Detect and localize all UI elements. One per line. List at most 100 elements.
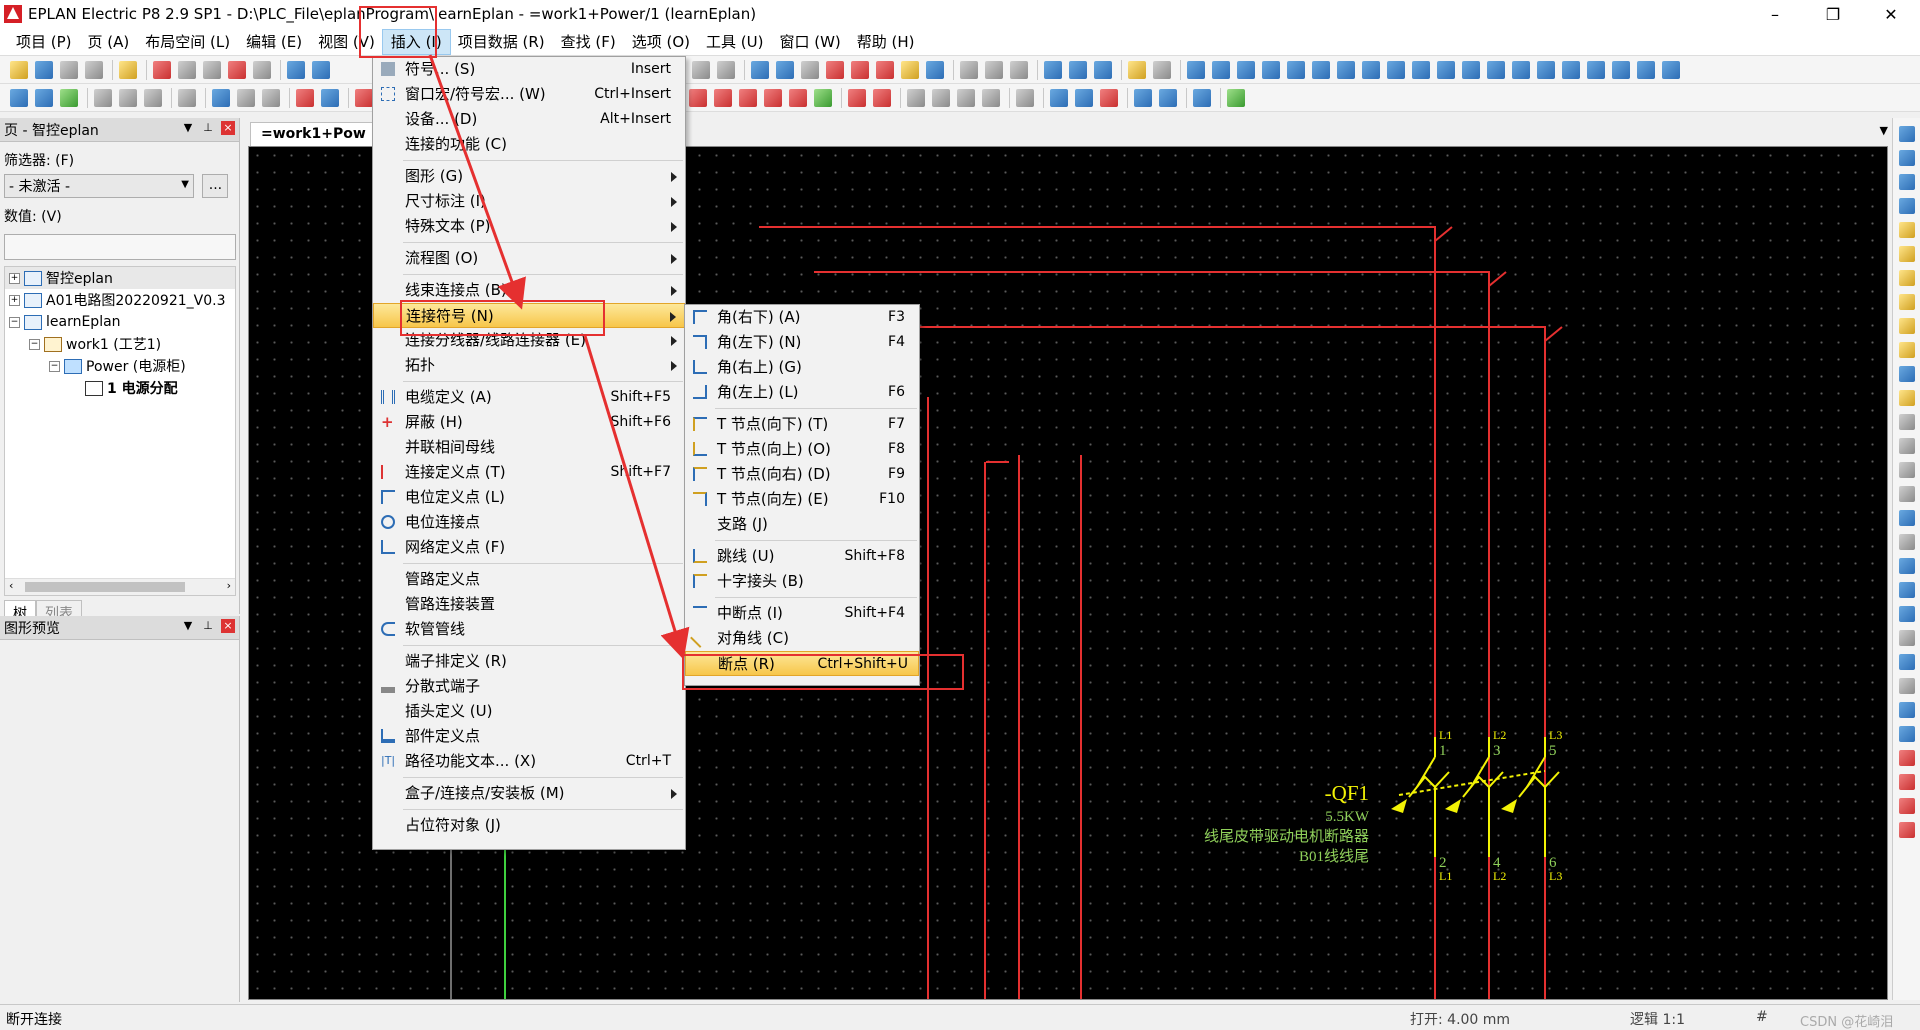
symbol-i-icon[interactable] (873, 88, 891, 107)
connect-f-icon[interactable] (1193, 88, 1211, 107)
pin-icon[interactable] (296, 88, 314, 107)
menu-item-symbol[interactable]: 符号... (S) Insert (373, 57, 685, 82)
menu-tools[interactable]: 工具 (U) (698, 30, 771, 54)
menu-item-jumper[interactable]: 跳线 (U) Shift+F8 (685, 544, 919, 569)
snap-object-icon[interactable] (776, 60, 794, 79)
menu-insert[interactable]: 插入 (I) (381, 28, 451, 55)
circle-b-icon[interactable] (1898, 558, 1915, 574)
menu-item-potential-definition[interactable]: 电位定义点 (L) (373, 485, 685, 510)
scroll-left-icon[interactable]: ‹ (9, 579, 13, 592)
snap-grid-icon[interactable] (751, 60, 769, 79)
tree-expander[interactable]: + (9, 294, 20, 306)
report-f-icon[interactable] (1312, 60, 1330, 79)
interrupt-point-icon[interactable] (1898, 366, 1915, 382)
hatch-icon[interactable] (960, 60, 978, 79)
page-icon[interactable] (10, 88, 28, 107)
menu-item-dimension[interactable]: 尺寸标注 (I) (373, 189, 685, 214)
symbol-c-icon[interactable] (714, 88, 732, 107)
menu-item-busbar[interactable]: 并联相间母线 (373, 435, 685, 460)
arc-icon[interactable] (1898, 582, 1915, 598)
dimension-icon[interactable] (1898, 750, 1915, 766)
image-icon[interactable] (1898, 702, 1915, 718)
grid-c-icon[interactable] (692, 60, 710, 79)
corner-right-down-icon[interactable] (1898, 126, 1915, 142)
document-tab[interactable]: =work1+Pow (250, 122, 377, 146)
menu-item-graphics[interactable]: 图形 (G) (373, 164, 685, 189)
menu-item-cable-definition[interactable]: 电缆定义 (A) Shift+F5 (373, 385, 685, 410)
hyperlink-icon[interactable] (1898, 726, 1915, 742)
menu-item-t-node-down[interactable]: T 节点(向下) (T) F7 (685, 412, 919, 437)
menu-find[interactable]: 查找 (F) (553, 30, 624, 54)
value-input[interactable] (4, 234, 236, 260)
t-node-right-icon[interactable] (1898, 270, 1915, 286)
hatch-b-icon[interactable] (985, 60, 1003, 79)
pin-b-icon[interactable] (321, 88, 339, 107)
report-q-icon[interactable] (1587, 60, 1605, 79)
menu-view[interactable]: 视图 (V) (310, 30, 383, 54)
connect-e-icon[interactable] (1159, 88, 1177, 107)
fill-d-icon[interactable] (982, 88, 1000, 107)
corner-right-up-icon[interactable] (1898, 174, 1915, 190)
report-e-icon[interactable] (1287, 60, 1305, 79)
menu-item-plug-definition[interactable]: 插头定义 (U) (373, 699, 685, 724)
menu-item-cross-joint[interactable]: 十字接头 (B) (685, 569, 919, 594)
open-icon[interactable] (35, 60, 53, 79)
insert-point-icon[interactable] (901, 60, 919, 79)
menu-page[interactable]: 页 (A) (80, 30, 138, 54)
menu-item-terminal-strip[interactable]: 端子排定义 (R) (373, 649, 685, 674)
menu-item-pipe-connector[interactable]: 管路连接装置 (373, 592, 685, 617)
menu-item-potential-connection[interactable]: 电位连接点 (373, 510, 685, 535)
path-text-icon[interactable] (1153, 60, 1171, 79)
menu-item-harness-point[interactable]: 线束连接点 (B) (373, 278, 685, 303)
rectangle-b-icon[interactable] (1898, 510, 1915, 526)
tree-item-work1[interactable]: − work1 (工艺1) (5, 333, 235, 355)
jumper-icon[interactable] (1898, 318, 1915, 334)
new-project-icon[interactable] (10, 60, 28, 79)
polyline-icon[interactable] (1898, 438, 1915, 454)
connect-b-icon[interactable] (1075, 88, 1093, 107)
print-icon[interactable] (85, 60, 103, 79)
connect-g-icon[interactable] (1227, 88, 1245, 107)
numbering-b-icon[interactable] (119, 88, 137, 107)
grid-d-icon[interactable] (717, 60, 735, 79)
fill-a-icon[interactable] (907, 88, 925, 107)
dimension-b-icon[interactable] (1898, 774, 1915, 790)
text-tool-icon[interactable] (1898, 678, 1915, 694)
menu-item-shield[interactable]: + 屏蔽 (H) Shift+F6 (373, 410, 685, 435)
tree-item-a01[interactable]: + A01电路图20220921_V0.3 (5, 289, 235, 311)
ellipse-icon[interactable] (1898, 630, 1915, 646)
report-k-icon[interactable] (1437, 60, 1455, 79)
numbering-icon[interactable] (94, 88, 112, 107)
menu-item-connection-symbol[interactable]: 连接符号 (N) (373, 303, 685, 328)
symbol-e-icon[interactable] (764, 88, 782, 107)
parts-icon[interactable] (1128, 60, 1146, 79)
panel-menu-icon[interactable]: ▼ (181, 619, 195, 633)
menu-item-pipe-definition[interactable]: 管路定义点 (373, 567, 685, 592)
panel-menu-icon[interactable]: ▼ (181, 121, 195, 135)
menu-item-branch[interactable]: 支路 (J) (685, 512, 919, 537)
menu-item-path-function-text[interactable]: |T| 路径功能文本... (X) Ctrl+T (373, 749, 685, 774)
menu-item-corner-left-up[interactable]: 角(左上) (L) F6 (685, 380, 919, 405)
flag-b-icon[interactable] (237, 88, 255, 107)
fill-b-icon[interactable] (932, 88, 950, 107)
tree-item-page-1[interactable]: 1 电源分配 (5, 377, 235, 399)
report-i-icon[interactable] (1387, 60, 1405, 79)
symbol-b-icon[interactable] (689, 88, 707, 107)
report-h-icon[interactable] (1362, 60, 1380, 79)
symbol-f-icon[interactable] (789, 88, 807, 107)
t-node-up-icon[interactable] (1898, 246, 1915, 262)
menu-item-t-node-right[interactable]: T 节点(向右) (D) F9 (685, 462, 919, 487)
report-g-icon[interactable] (1337, 60, 1355, 79)
polygon-icon[interactable] (1898, 462, 1915, 478)
connect-d-icon[interactable] (1134, 88, 1152, 107)
magnet-c-icon[interactable] (876, 60, 894, 79)
arc-b-icon[interactable] (1898, 606, 1915, 622)
menu-item-break-point[interactable]: 断点 (R) Ctrl+Shift+U (685, 651, 919, 676)
hatch-c-icon[interactable] (1010, 60, 1028, 79)
menu-edit[interactable]: 编辑 (E) (238, 30, 310, 54)
copy-icon[interactable] (178, 60, 196, 79)
spline-icon[interactable] (1898, 654, 1915, 670)
report-l-icon[interactable] (1462, 60, 1480, 79)
report-c-icon[interactable] (1237, 60, 1255, 79)
page-b-icon[interactable] (35, 88, 53, 107)
